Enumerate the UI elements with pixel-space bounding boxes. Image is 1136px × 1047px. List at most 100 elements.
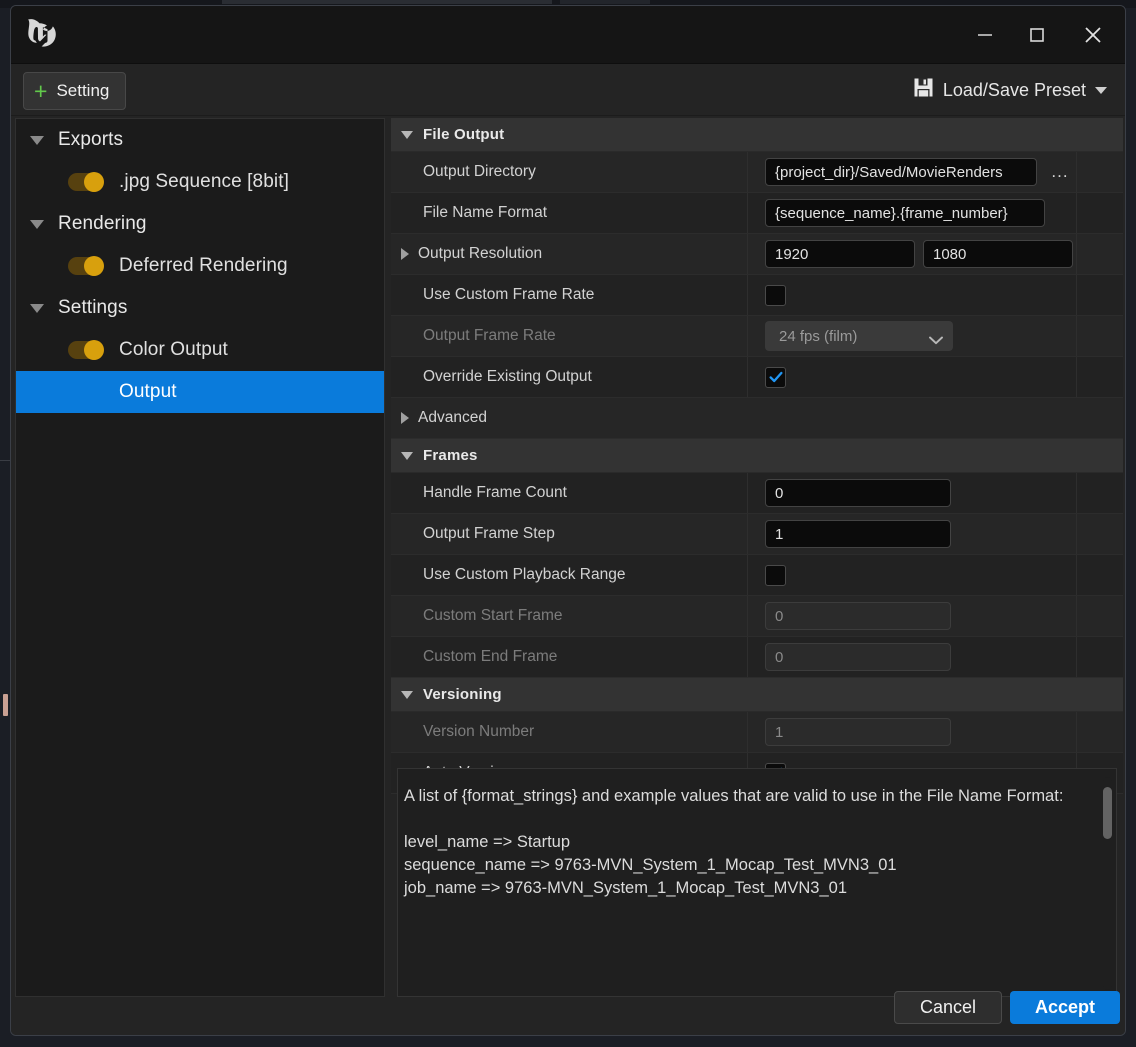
- load-save-preset-button[interactable]: Load/Save Preset: [909, 72, 1111, 108]
- sidebar-item-output[interactable]: Output: [16, 371, 384, 413]
- sidebar-item-label: Output: [119, 381, 177, 403]
- cancel-button[interactable]: Cancel: [894, 991, 1002, 1024]
- close-button[interactable]: [1067, 6, 1119, 63]
- sidebar-group-rendering[interactable]: Rendering: [16, 203, 384, 245]
- floppy-disk-icon: [913, 77, 934, 103]
- add-setting-label: Setting: [56, 81, 109, 101]
- property-row-version-number: Version Number 1: [391, 712, 1123, 753]
- property-label: Version Number: [391, 723, 747, 741]
- background-window-edge-line: [0, 460, 10, 461]
- property-row-use-custom-playback-range: Use Custom Playback Range: [391, 555, 1123, 596]
- override-existing-output-checkbox[interactable]: [765, 367, 786, 388]
- chevron-right-icon[interactable]: [401, 248, 409, 260]
- property-row-handle-frame-count: Handle Frame Count 0: [391, 473, 1123, 514]
- sidebar-group-settings[interactable]: Settings: [16, 287, 384, 329]
- handle-frame-count-input[interactable]: 0: [765, 479, 951, 507]
- property-row-output-frame-step: Output Frame Step 1: [391, 514, 1123, 555]
- chevron-expanded-icon[interactable]: [401, 452, 413, 460]
- format-strings-help-panel: A list of {format_strings} and example v…: [397, 768, 1117, 997]
- chevron-expanded-icon[interactable]: [401, 131, 413, 139]
- toggle-knob: [84, 340, 104, 360]
- minimize-button[interactable]: [959, 6, 1011, 63]
- browse-directory-button[interactable]: ...: [1047, 159, 1073, 185]
- chevron-down-icon: [929, 332, 942, 340]
- output-frame-rate-dropdown[interactable]: 24 fps (film): [765, 321, 953, 351]
- property-value: 24 fps (film): [747, 316, 1123, 356]
- file-name-format-input[interactable]: {sequence_name}.{frame_number}: [765, 199, 1045, 227]
- accept-button[interactable]: Accept: [1010, 991, 1120, 1024]
- section-title: Frames: [423, 447, 478, 464]
- property-value: [747, 357, 1123, 397]
- version-number-input[interactable]: 1: [765, 718, 951, 746]
- section-title: File Output: [423, 126, 504, 143]
- sidebar-group-label: Settings: [58, 297, 127, 319]
- output-resolution-y-input[interactable]: 1080: [923, 240, 1073, 268]
- property-label: Use Custom Frame Rate: [391, 286, 747, 304]
- dialog-footer: Cancel Accept: [11, 999, 1125, 1036]
- property-row-file-name-format: File Name Format {sequence_name}.{frame_…: [391, 193, 1123, 234]
- property-value: 1920 1080: [747, 234, 1123, 274]
- property-label: Output Frame Step: [391, 525, 747, 543]
- unreal-engine-logo-icon: [22, 15, 62, 55]
- chevron-down-icon: [1095, 87, 1107, 94]
- property-label-wrap: Output Resolution: [391, 245, 747, 263]
- background-window-sliver-left: [3, 694, 8, 716]
- property-label: Use Custom Playback Range: [391, 566, 747, 584]
- chevron-expanded-icon[interactable]: [30, 220, 44, 229]
- output-frame-step-input[interactable]: 1: [765, 520, 951, 548]
- dropdown-selected-value: 24 fps (film): [779, 328, 857, 345]
- help-scrollbar-thumb[interactable]: [1103, 787, 1112, 839]
- property-label: Output Directory: [391, 163, 747, 181]
- settings-tree-sidebar: Exports .jpg Sequence [8bit] Rendering D…: [15, 118, 385, 997]
- chevron-right-icon[interactable]: [401, 412, 409, 424]
- toggle-knob: [84, 172, 104, 192]
- section-header-file-output[interactable]: File Output: [391, 118, 1123, 152]
- maximize-button[interactable]: [1011, 6, 1063, 63]
- background-window-sliver-a: [222, 0, 552, 4]
- sidebar-item-color-output[interactable]: Color Output: [16, 329, 384, 371]
- use-custom-frame-rate-checkbox[interactable]: [765, 285, 786, 306]
- property-value: [747, 555, 1123, 595]
- sidebar-item-deferred-rendering[interactable]: Deferred Rendering: [16, 245, 384, 287]
- section-header-frames[interactable]: Frames: [391, 439, 1123, 473]
- custom-end-frame-input[interactable]: 0: [765, 643, 951, 671]
- sidebar-item-label: Deferred Rendering: [119, 255, 288, 277]
- chevron-expanded-icon[interactable]: [401, 691, 413, 699]
- output-resolution-x-input[interactable]: 1920: [765, 240, 915, 268]
- format-strings-help-text: A list of {format_strings} and example v…: [398, 769, 1116, 900]
- sidebar-item-jpg-sequence[interactable]: .jpg Sequence [8bit]: [16, 161, 384, 203]
- property-value: {sequence_name}.{frame_number}: [747, 193, 1123, 233]
- enable-toggle[interactable]: [68, 256, 104, 276]
- sidebar-group-label: Exports: [58, 129, 123, 151]
- sidebar-item-label: Color Output: [119, 339, 228, 361]
- section-header-versioning[interactable]: Versioning: [391, 678, 1123, 712]
- property-label-wrap: Advanced: [391, 409, 747, 427]
- enable-toggle[interactable]: [68, 172, 104, 192]
- property-row-advanced[interactable]: Advanced: [391, 398, 1123, 439]
- use-custom-playback-range-checkbox[interactable]: [765, 565, 786, 586]
- enable-toggle[interactable]: [68, 340, 104, 360]
- property-row-use-custom-frame-rate: Use Custom Frame Rate: [391, 275, 1123, 316]
- section-title: Versioning: [423, 686, 502, 703]
- property-label: Advanced: [418, 409, 487, 427]
- sidebar-group-exports[interactable]: Exports: [16, 119, 384, 161]
- title-bar[interactable]: [11, 6, 1125, 64]
- chevron-expanded-icon[interactable]: [30, 304, 44, 313]
- enable-toggle-placeholder: [68, 382, 104, 402]
- property-label: Custom End Frame: [391, 648, 747, 666]
- custom-start-frame-input[interactable]: 0: [765, 602, 951, 630]
- property-row-custom-start-frame: Custom Start Frame 0: [391, 596, 1123, 637]
- toolbar: + Setting Load/Save Preset: [11, 64, 1125, 116]
- property-label: Output Resolution: [418, 245, 542, 263]
- property-label: Handle Frame Count: [391, 484, 747, 502]
- load-save-preset-label: Load/Save Preset: [943, 80, 1086, 101]
- property-row-output-resolution: Output Resolution 1920 1080: [391, 234, 1123, 275]
- output-directory-input[interactable]: {project_dir}/Saved/MovieRenders: [765, 158, 1037, 186]
- add-setting-button[interactable]: + Setting: [23, 72, 126, 110]
- property-value: [747, 275, 1123, 315]
- details-panel: File Output Output Directory {project_di…: [391, 118, 1123, 997]
- property-label: Custom Start Frame: [391, 607, 747, 625]
- sidebar-item-label: .jpg Sequence [8bit]: [119, 171, 289, 193]
- chevron-expanded-icon[interactable]: [30, 136, 44, 145]
- property-value: 0: [747, 637, 1123, 677]
